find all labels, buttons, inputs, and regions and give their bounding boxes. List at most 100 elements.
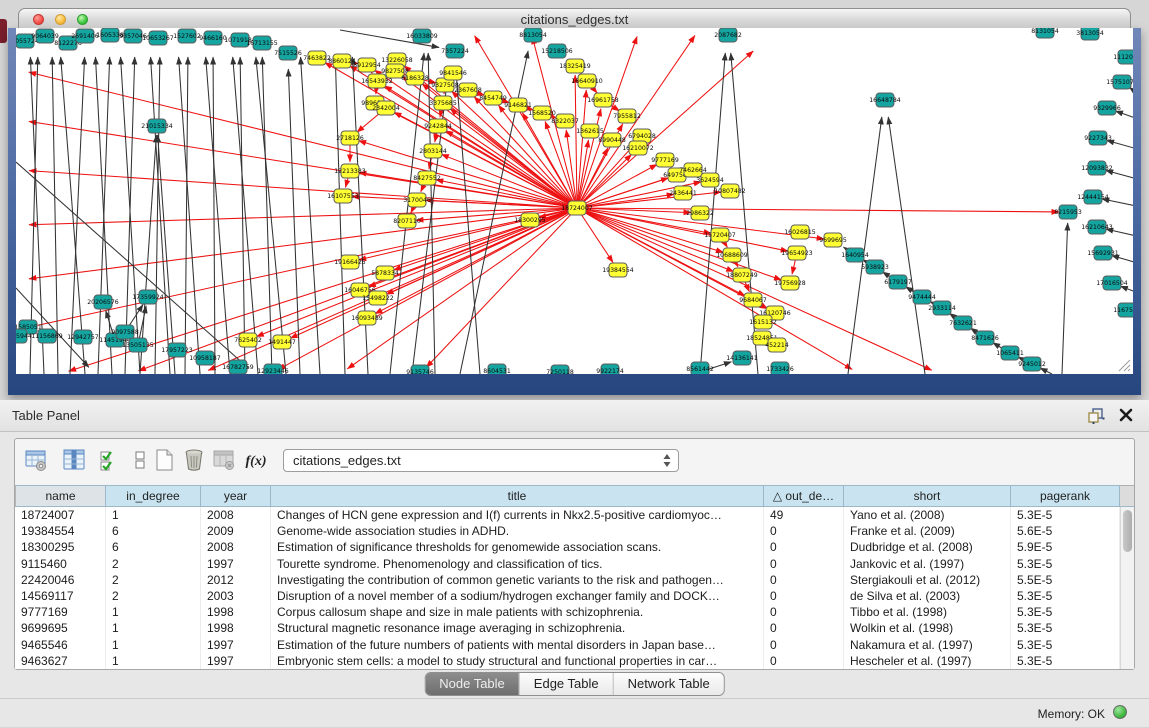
memory-status-indicator[interactable]	[1113, 705, 1127, 719]
graph-node-label: 15218506	[541, 48, 573, 55]
table-row[interactable]: 1938455462009Genome-wide association stu…	[15, 523, 1134, 539]
close-panel-icon[interactable]	[1119, 408, 1133, 422]
table-cell: 18724007	[15, 507, 106, 523]
column-header-year[interactable]: year	[201, 485, 271, 507]
column-header-name[interactable]: name	[15, 485, 106, 507]
delete-table-icon[interactable]	[181, 447, 207, 475]
table-cell: Estimation of the future numbers of pati…	[271, 637, 764, 653]
deselect-all-icon[interactable]	[127, 447, 153, 475]
table-cell: 9465546	[15, 637, 106, 653]
graph-node-label: 7632621	[949, 320, 977, 327]
graph-node-label: 13505135	[122, 342, 154, 349]
graph-edge	[278, 208, 577, 370]
table-row[interactable]: 946362711997Embryonic stem cells: a mode…	[15, 653, 1134, 669]
table-row[interactable]: 1872400712008Changes of HCN gene express…	[15, 507, 1134, 523]
graph-node-label: 10958187	[189, 355, 221, 362]
table-cell: Investigating the contribution of common…	[271, 572, 764, 588]
table-row[interactable]: 946554611997Estimation of the future num…	[15, 637, 1134, 653]
background-window-fragment	[0, 19, 7, 43]
table-cell: 0	[764, 637, 844, 653]
graph-node-label: 9242844	[424, 123, 452, 130]
graph-node-label: 9922174	[596, 368, 624, 374]
graph-node-label: 7250118	[546, 369, 574, 374]
graph-node-label: 8471626	[971, 335, 999, 342]
graph-node-label: 17016504	[1096, 280, 1128, 287]
graph-node-label: 8427552	[413, 175, 441, 182]
graph-node-label: 5878334	[371, 270, 399, 277]
select-all-icon[interactable]	[97, 447, 123, 475]
new-table-icon[interactable]	[151, 447, 177, 475]
tab-edge-table[interactable]: Edge Table	[520, 673, 614, 695]
table-cell: 2008	[201, 507, 271, 523]
table-row[interactable]: 977716911998Corpus callosum shape and si…	[15, 604, 1134, 620]
table-cell: 18300295	[15, 539, 106, 555]
graph-node-label: 15692931	[1087, 250, 1119, 257]
tab-node-table[interactable]: Node Table	[425, 673, 520, 695]
table-cell: 5.6E-5	[1011, 523, 1120, 539]
graph-node-label: 10653267	[142, 35, 174, 42]
float-panel-icon[interactable]	[1088, 408, 1105, 424]
graph-node-label: 8215953	[1054, 209, 1082, 216]
graph-node-label: 16107553	[327, 193, 359, 200]
node-table: namein_degreeyeartitle△ out_de…shortpage…	[15, 485, 1134, 669]
graph-node-label: 15751074	[1106, 79, 1133, 86]
column-visibility-icon[interactable]	[61, 447, 87, 475]
tab-network-table[interactable]: Network Table	[614, 673, 724, 695]
graph-node-label: 9841546	[439, 70, 467, 77]
column-header-title[interactable]: title	[271, 485, 764, 507]
network-graph[interactable]: 4055724906403981222762691406160533893570…	[16, 28, 1133, 374]
graph-node-label: 2691406	[71, 33, 99, 40]
graph-node-label: 9699695	[819, 237, 847, 244]
table-row[interactable]: 1830029562008Estimation of significance …	[15, 539, 1134, 555]
table-row[interactable]: 2242004622012Investigating the contribut…	[15, 572, 1134, 588]
table-cell: 9699695	[15, 620, 106, 636]
graph-node-label: 1167534	[1113, 307, 1133, 314]
table-cell: Jankovic et al. (1997)	[844, 556, 1011, 572]
memory-status-label[interactable]: Memory: OK	[1038, 707, 1105, 721]
table-cell: 1997	[201, 556, 271, 572]
table-cell: 0	[764, 556, 844, 572]
table-cell: 6	[106, 523, 201, 539]
graph-node-label: 8186328	[401, 75, 429, 82]
scrollbar-thumb[interactable]	[1123, 510, 1132, 552]
table-chooser-dropdown[interactable]: citations_edges.txt	[283, 449, 679, 472]
network-canvas[interactable]: 4055724906403981222762691406160533893570…	[16, 28, 1133, 374]
graph-node-label: 16210072	[622, 145, 654, 152]
table-row[interactable]: 969969511998Structural magnetic resonanc…	[15, 620, 1134, 636]
graph-node-label: 8912954	[353, 62, 381, 69]
graph-edge	[347, 208, 577, 369]
graph-node-label: 20206576	[87, 299, 119, 306]
table-row[interactable]: 911546021997Tourette syndrome. Phenomeno…	[15, 556, 1134, 572]
function-builder-glyph: f(x)	[246, 454, 267, 469]
column-header-in-degree[interactable]: in_degree	[106, 485, 201, 507]
graph-node-label: 21015334	[141, 123, 173, 130]
graph-node-label: 19166425	[334, 259, 366, 266]
function-builder-icon[interactable]: f(x)	[243, 447, 269, 475]
table-cell: Embryonic stem cells: a model to study s…	[271, 653, 764, 669]
graph-node-label: 1615132	[749, 319, 777, 326]
graph-node-label: 10807482	[714, 188, 746, 195]
graph-node-label: 1733426	[766, 366, 794, 373]
graph-node-label: 6179197	[884, 279, 912, 286]
graph-node-label: 16713155	[246, 40, 278, 47]
column-header-out-de-[interactable]: △ out_de…	[764, 485, 844, 507]
graph-node-label: 1065411	[996, 350, 1024, 357]
delete-column-icon[interactable]	[211, 447, 237, 475]
vertical-scrollbar[interactable]	[1120, 507, 1134, 669]
graph-node-label: 9245012	[1018, 361, 1046, 368]
graph-node-label: 19384554	[602, 267, 634, 274]
table-settings-icon[interactable]	[23, 447, 49, 475]
window-titlebar[interactable]: citations_edges.txt	[18, 8, 1131, 28]
table-cell: 5.9E-5	[1011, 539, 1120, 555]
column-header-short[interactable]: short	[844, 485, 1011, 507]
graph-node-label: 16961758	[587, 97, 619, 104]
window-resize-grip[interactable]	[1115, 356, 1131, 372]
graph-node-label: 3813054	[1076, 30, 1104, 37]
graph-edge	[888, 117, 925, 374]
graph-edge	[213, 57, 215, 374]
graph-node-label: 7515526	[274, 50, 302, 57]
graph-node-label: 9064039	[31, 33, 59, 40]
graph-node-label: 8131054	[1031, 28, 1059, 35]
column-header-pagerank[interactable]: pagerank	[1011, 485, 1120, 507]
table-row[interactable]: 1456911722003Disruption of a novel membe…	[15, 588, 1134, 604]
